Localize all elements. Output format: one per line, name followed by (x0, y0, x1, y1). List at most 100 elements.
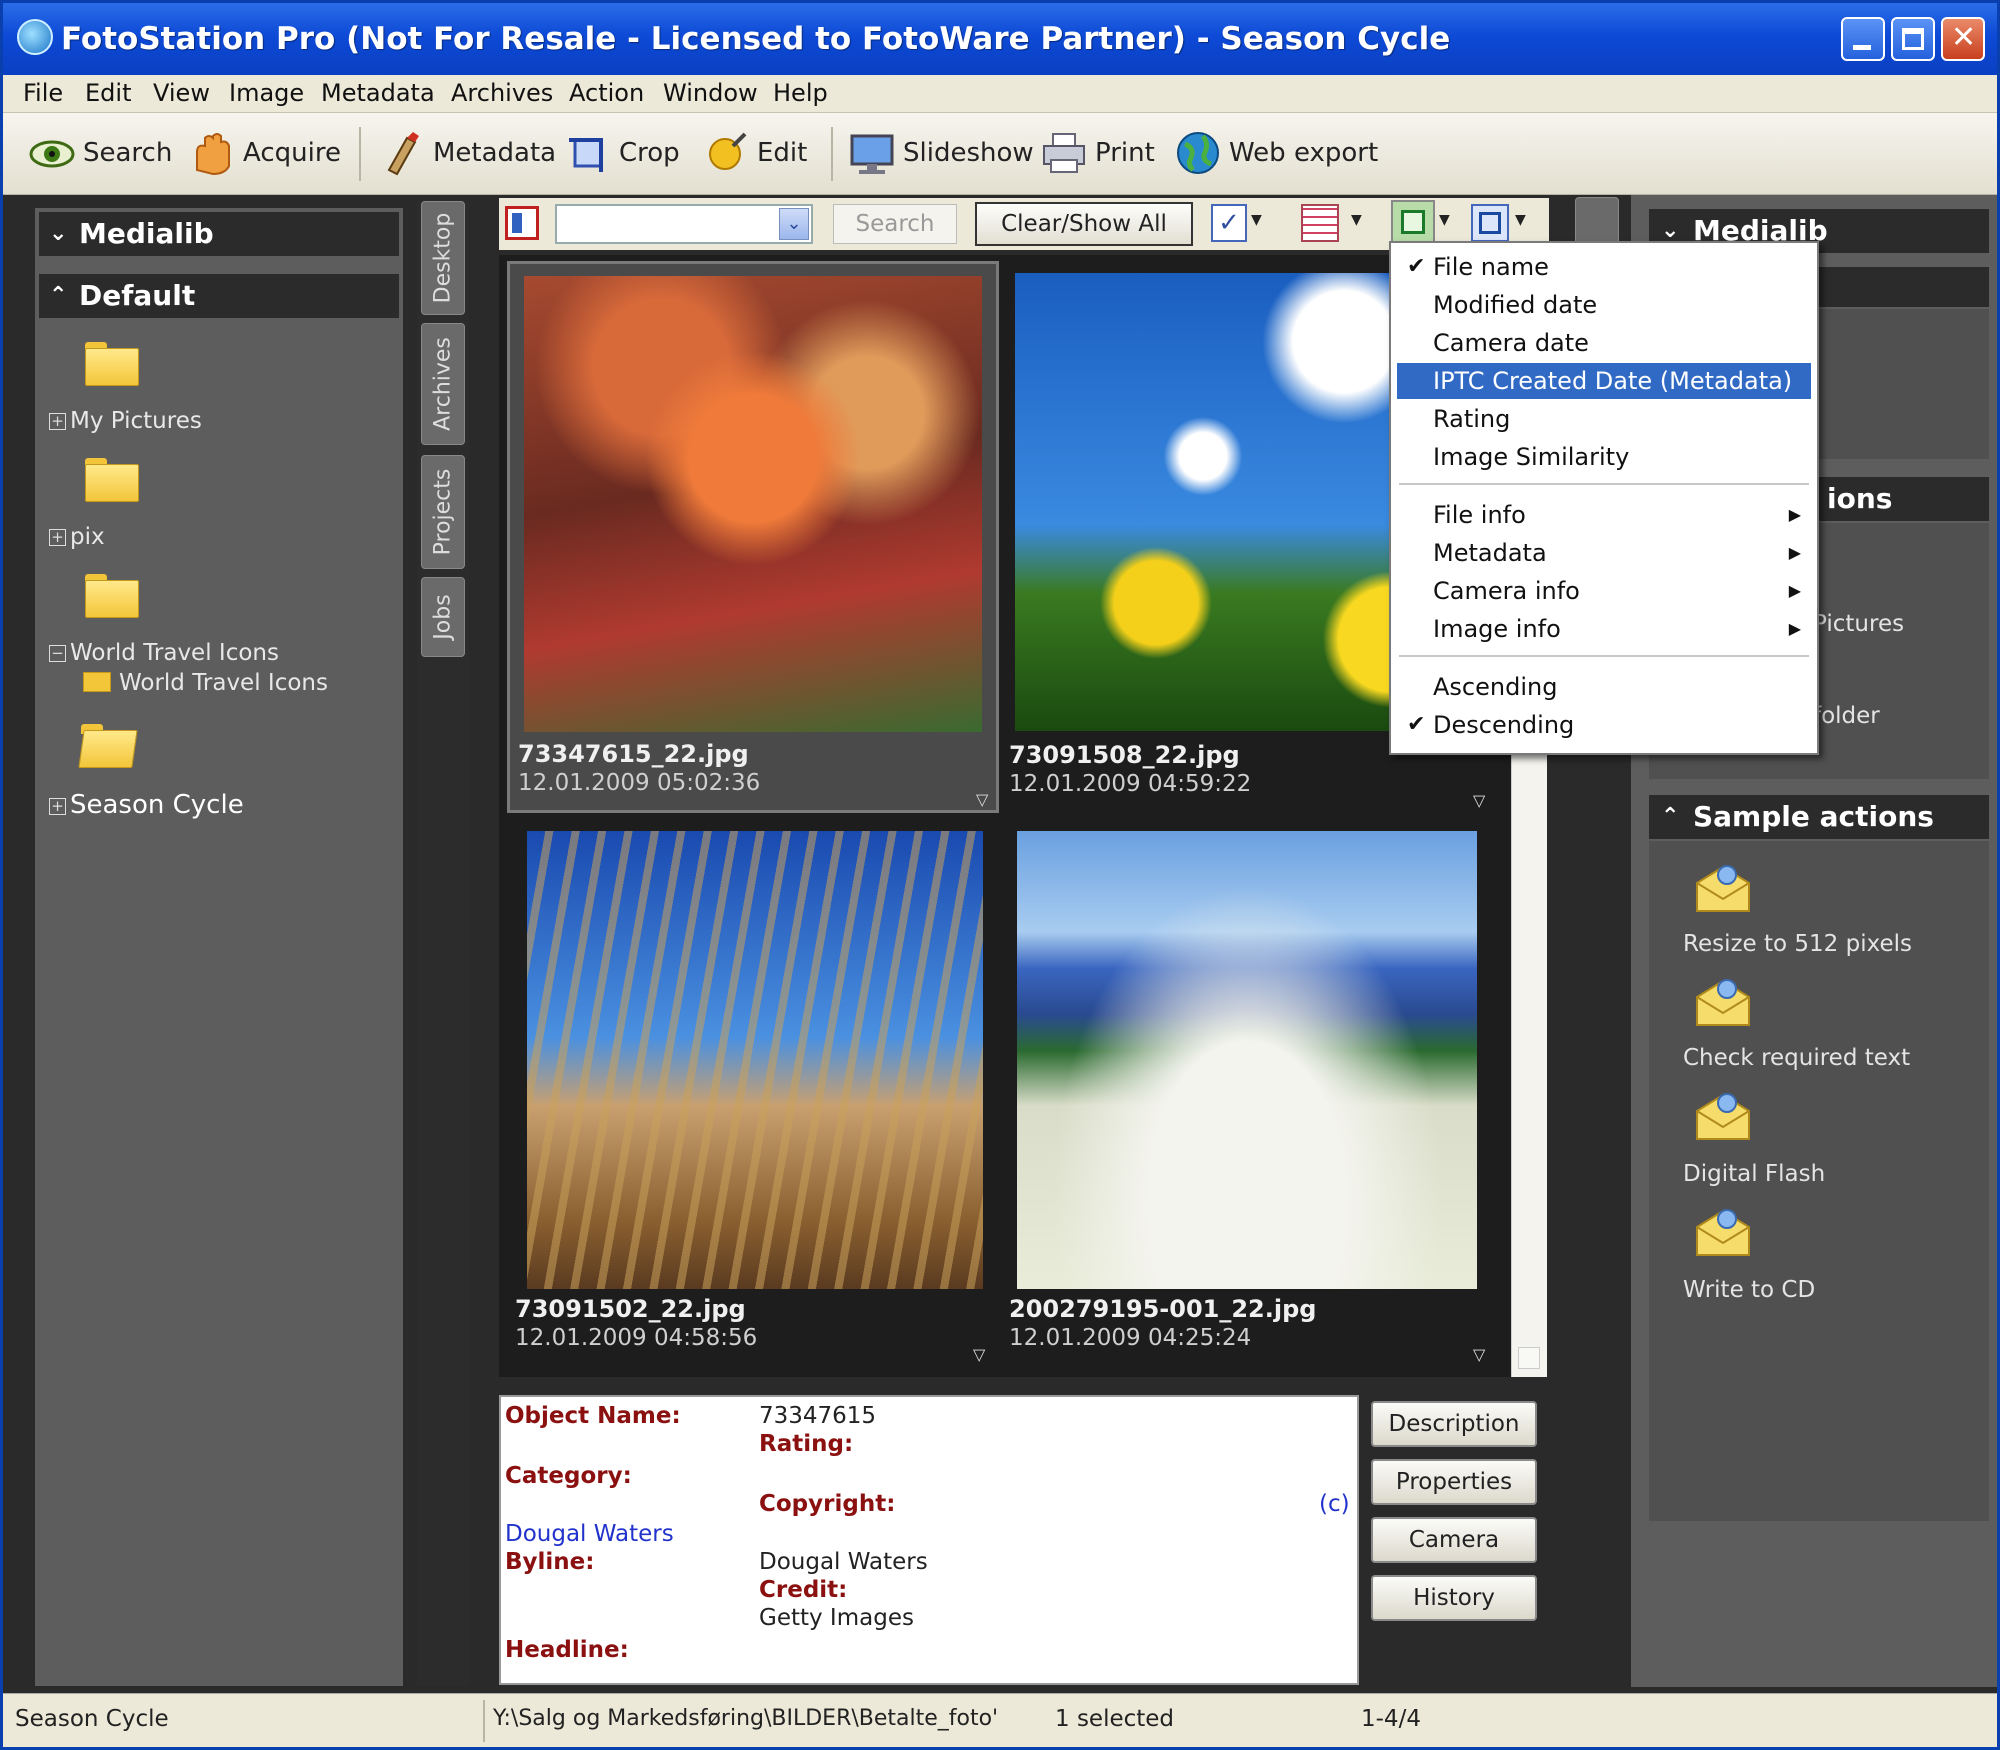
chevron-down-icon[interactable]: ▽ (973, 1345, 985, 1364)
menu-item-image-similarity[interactable]: Image Similarity (1397, 439, 1811, 475)
menu-item-modified-date[interactable]: Modified date (1397, 287, 1811, 323)
search-input[interactable]: ⌄ (555, 204, 813, 244)
status-selected-count: 1 selected (1055, 1706, 1175, 1732)
menu-file[interactable]: File (23, 79, 63, 107)
metadata-tool-button[interactable]: Metadata (379, 125, 556, 181)
grid-view-icon[interactable] (1301, 204, 1339, 242)
menu-action[interactable]: Action (569, 79, 644, 107)
tab-jobs[interactable]: Jobs (421, 577, 465, 657)
search-button[interactable]: Search (833, 204, 957, 244)
chevron-down-icon[interactable]: ▽ (1473, 1345, 1485, 1364)
action-resize[interactable]: Resize to 512 pixels (1683, 931, 1912, 957)
thumbnail-cell[interactable]: 200279195-001_22.jpg 12.01.2009 04:25:24… (1005, 821, 1505, 1373)
tree-item-my-pictures[interactable]: + My Pictures (49, 408, 202, 434)
menu-item-ascending[interactable]: Ascending (1397, 669, 1811, 705)
resize-icon[interactable] (1471, 204, 1509, 242)
thumbnail-grid: 73347615_22.jpg 12.01.2009 05:02:36 ▽ 73… (499, 255, 1511, 1377)
submenu-arrow-icon: ▶ (1788, 619, 1801, 638)
edit-tool-button[interactable]: Edit (703, 125, 807, 181)
chevron-down-icon[interactable]: ▼ (1515, 212, 1526, 228)
minimize-button[interactable] (1841, 17, 1885, 61)
tree-item-world-travel-icons[interactable]: − World Travel Icons (49, 640, 279, 666)
app-window: FotoStation Pro (Not For Resale - Licens… (0, 0, 2000, 1750)
menu-item-camera-info[interactable]: Camera info ▶ (1397, 573, 1811, 609)
photo-wheat (527, 831, 983, 1289)
history-button[interactable]: History (1371, 1575, 1537, 1621)
search-tool-button[interactable]: Search (29, 125, 172, 181)
filter-toggle-icon[interactable] (505, 206, 539, 240)
partial-text: folder (1813, 703, 1880, 729)
checkbox-view-icon[interactable]: ✓ (1211, 204, 1247, 242)
menu-item-file-name[interactable]: ✔ File name (1397, 249, 1811, 285)
print-tool-button[interactable]: Print (1041, 125, 1155, 181)
chevron-down-icon[interactable]: ▼ (1351, 212, 1362, 228)
close-button[interactable]: ✕ (1941, 17, 1985, 61)
menu-view[interactable]: View (153, 79, 210, 107)
chevron-down-icon[interactable]: ▽ (1473, 791, 1485, 810)
open-folder-icon[interactable] (78, 724, 138, 768)
menu-item-file-info[interactable]: File info ▶ (1397, 497, 1811, 533)
medialib-header[interactable]: ⌄ Medialib (39, 212, 399, 256)
action-envelope-icon[interactable] (1693, 1089, 1753, 1143)
menu-image[interactable]: Image (229, 79, 304, 107)
menu-item-descending[interactable]: ✔ Descending (1397, 707, 1811, 743)
tab-desktop[interactable]: Desktop (421, 201, 465, 315)
chevron-down-icon[interactable]: ▼ (1439, 212, 1450, 228)
window-title: FotoStation Pro (Not For Resale - Licens… (61, 21, 1451, 57)
crop-icon (565, 130, 611, 176)
expand-box-icon: + (49, 798, 66, 815)
properties-button[interactable]: Properties (1371, 1459, 1537, 1505)
slideshow-tool-button[interactable]: Slideshow (849, 125, 1034, 181)
action-write-to-cd[interactable]: Write to CD (1683, 1277, 1815, 1303)
tree-item-season-cycle[interactable]: + Season Cycle (49, 790, 244, 820)
tree-item-pix[interactable]: + pix (49, 524, 105, 550)
folder-icon[interactable] (85, 458, 139, 502)
toolbar: Search Acquire Metadata Crop Edit Slides… (3, 113, 1997, 195)
folder-icon[interactable] (85, 342, 139, 386)
action-envelope-icon[interactable] (1693, 975, 1753, 1029)
tab-archives[interactable]: Archives (421, 323, 465, 445)
eye-icon (29, 130, 75, 176)
clear-show-all-button[interactable]: Clear/Show All (975, 202, 1193, 246)
photo-autumn-leaves (524, 276, 982, 732)
menu-item-iptc-created-date[interactable]: IPTC Created Date (Metadata) (1397, 363, 1811, 399)
tree-item-world-travel-icons-child[interactable]: World Travel Icons (83, 670, 328, 696)
sort-dropdown-menu: ✔ File name Modified date Camera date IPT… (1389, 241, 1819, 755)
folder-icon[interactable] (85, 574, 139, 618)
menu-window[interactable]: Window (663, 79, 758, 107)
menu-metadata[interactable]: Metadata (321, 79, 435, 107)
camera-button[interactable]: Camera (1371, 1517, 1537, 1563)
thumbnail-cell[interactable]: 73091502_22.jpg 12.01.2009 04:58:56 ▽ (507, 821, 999, 1373)
menu-item-metadata[interactable]: Metadata ▶ (1397, 535, 1811, 571)
action-envelope-icon[interactable] (1693, 1205, 1753, 1259)
copyright-symbol[interactable]: (c) (1319, 1491, 1350, 1517)
expand-box-icon: + (49, 413, 66, 430)
printer-icon (1041, 130, 1087, 176)
chevron-down-icon[interactable]: ⌄ (779, 208, 809, 240)
menu-help[interactable]: Help (773, 79, 828, 107)
rating-label: Rating: (759, 1431, 854, 1457)
acquire-tool-button[interactable]: Acquire (189, 125, 341, 181)
scroll-down-button[interactable] (1518, 1347, 1540, 1369)
byline-link[interactable]: Dougal Waters (505, 1521, 674, 1547)
menu-item-rating[interactable]: Rating (1397, 401, 1811, 437)
default-header[interactable]: ⌃ Default (39, 274, 399, 318)
title-bar: FotoStation Pro (Not For Resale - Licens… (3, 3, 1997, 75)
menu-item-image-info[interactable]: Image info ▶ (1397, 611, 1811, 647)
tab-projects[interactable]: Projects (421, 455, 465, 569)
chevron-down-icon[interactable]: ▼ (1251, 212, 1262, 228)
menu-archives[interactable]: Archives (451, 79, 553, 107)
sort-button[interactable] (1391, 200, 1435, 246)
description-button[interactable]: Description (1371, 1401, 1537, 1447)
menu-edit[interactable]: Edit (85, 79, 131, 107)
maximize-button[interactable] (1891, 17, 1935, 61)
chevron-down-icon[interactable]: ▽ (976, 790, 988, 809)
thumbnail-cell[interactable]: 73347615_22.jpg 12.01.2009 05:02:36 ▽ (507, 261, 999, 813)
action-digital-flash[interactable]: Digital Flash (1683, 1161, 1825, 1187)
menu-item-camera-date[interactable]: Camera date (1397, 325, 1811, 361)
sample-actions-header[interactable]: ⌃ Sample actions (1649, 795, 1989, 839)
action-check-required-text[interactable]: Check required text (1683, 1045, 1910, 1071)
web-export-tool-button[interactable]: Web export (1175, 125, 1378, 181)
crop-tool-button[interactable]: Crop (565, 125, 680, 181)
action-envelope-icon[interactable] (1693, 861, 1753, 915)
